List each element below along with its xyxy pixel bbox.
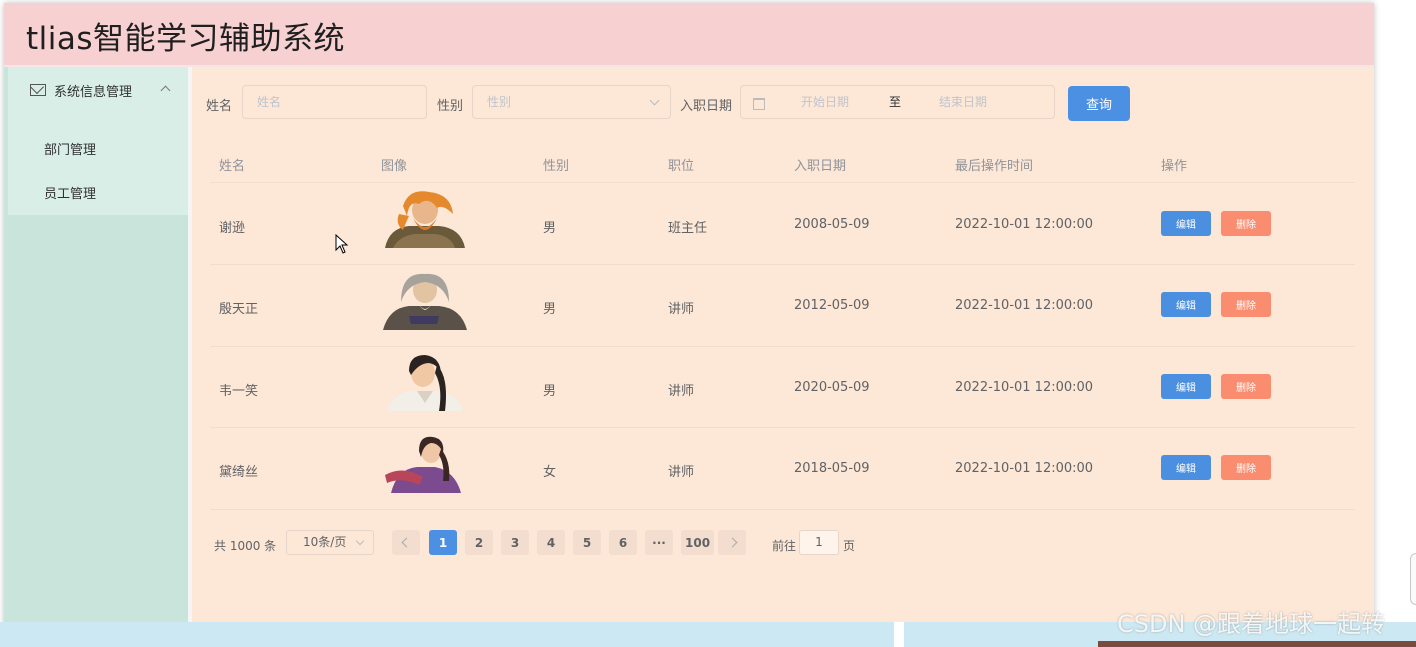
app-window: tlias智能学习辅助系统 系统信息管理 部门管理 员工管理 姓名 姓名 性别 … bbox=[4, 3, 1374, 633]
edit-button[interactable]: 编辑 bbox=[1161, 374, 1211, 399]
gender-select[interactable]: 性别 bbox=[472, 85, 671, 119]
row-divider bbox=[210, 182, 1355, 183]
page-button-2[interactable]: 2 bbox=[465, 530, 493, 555]
col-header-entry-date: 入职日期 bbox=[794, 159, 847, 174]
mail-icon bbox=[30, 84, 46, 96]
chevron-up-icon[interactable] bbox=[160, 85, 171, 96]
bottom-gap bbox=[894, 622, 904, 647]
avatar-grey-haired-elder bbox=[383, 273, 467, 330]
main-content: 姓名 姓名 性别 性别 入职日期 开始日期 至 结束日期 查询 姓名 图像 性别… bbox=[192, 67, 1374, 633]
edit-button[interactable]: 编辑 bbox=[1161, 455, 1211, 480]
pagination: 共 1000 条 10条/页 1 2 3 4 5 6 ··· 100 前往 1 … bbox=[192, 530, 1374, 560]
next-page-button[interactable] bbox=[718, 530, 746, 555]
chevron-down-icon bbox=[649, 95, 660, 106]
page-button-4[interactable]: 4 bbox=[537, 530, 565, 555]
cell-name: 谢逊 bbox=[219, 221, 246, 236]
avatar-young-swordsman bbox=[387, 355, 463, 411]
prev-page-button[interactable] bbox=[392, 530, 420, 555]
cell-name: 韦一笑 bbox=[219, 384, 259, 399]
cell-entry-date: 2018-05-09 bbox=[794, 461, 870, 476]
pagination-total: 共 1000 条 bbox=[214, 539, 277, 553]
delete-button[interactable]: 删除 bbox=[1221, 374, 1271, 399]
cell-update-time: 2022-10-01 12:00:00 bbox=[955, 217, 1094, 232]
row-divider bbox=[210, 346, 1355, 347]
cell-gender: 男 bbox=[543, 384, 557, 399]
col-header-position: 职位 bbox=[668, 159, 695, 174]
page-button-100[interactable]: 100 bbox=[681, 530, 715, 555]
goto-page-input[interactable]: 1 bbox=[799, 530, 839, 555]
page-button-5[interactable]: 5 bbox=[573, 530, 601, 555]
sidebar: 系统信息管理 部门管理 员工管理 bbox=[4, 67, 192, 633]
chevron-right-icon bbox=[727, 537, 737, 548]
name-input[interactable]: 姓名 bbox=[242, 85, 427, 119]
edit-button[interactable]: 编辑 bbox=[1161, 211, 1211, 236]
page-size-value: 10条/页 bbox=[303, 535, 347, 549]
name-filter-label: 姓名 bbox=[206, 99, 233, 114]
query-button[interactable]: 查询 bbox=[1068, 86, 1130, 121]
bottom-dark-strip bbox=[1098, 641, 1416, 647]
col-header-update-time: 最后操作时间 bbox=[955, 159, 1034, 174]
calendar-icon bbox=[753, 98, 765, 110]
submenu-system-info[interactable]: 系统信息管理 bbox=[30, 79, 132, 101]
cell-entry-date: 2008-05-09 bbox=[794, 217, 870, 232]
watermark: CSDN @跟着地球一起转 bbox=[1117, 610, 1386, 638]
cell-entry-date: 2020-05-09 bbox=[794, 380, 870, 395]
cell-position: 讲师 bbox=[668, 384, 695, 399]
cell-name: 黛绮丝 bbox=[219, 465, 259, 480]
sidebar-menu: 系统信息管理 部门管理 员工管理 bbox=[8, 67, 188, 215]
cell-gender: 男 bbox=[543, 221, 557, 236]
sidebar-item-dept[interactable]: 部门管理 bbox=[44, 139, 96, 158]
cell-position: 讲师 bbox=[668, 465, 695, 480]
start-date-input[interactable]: 开始日期 bbox=[801, 86, 849, 118]
gender-filter-label: 性别 bbox=[437, 99, 464, 114]
edge-widget[interactable] bbox=[1410, 553, 1416, 605]
goto-label: 前往 bbox=[772, 539, 797, 553]
chevron-left-icon bbox=[401, 537, 411, 548]
col-header-gender: 性别 bbox=[543, 159, 570, 174]
name-input-placeholder: 姓名 bbox=[257, 95, 282, 109]
date-range-picker[interactable]: 开始日期 至 结束日期 bbox=[740, 85, 1055, 119]
date-filter-label: 入职日期 bbox=[680, 99, 733, 114]
col-header-name: 姓名 bbox=[219, 159, 246, 174]
page-suffix: 页 bbox=[843, 539, 856, 553]
page-ellipsis-button[interactable]: ··· bbox=[645, 530, 673, 555]
cell-update-time: 2022-10-01 12:00:00 bbox=[955, 461, 1094, 476]
delete-button[interactable]: 删除 bbox=[1221, 292, 1271, 317]
chevron-down-icon bbox=[355, 536, 365, 546]
page-size-select[interactable]: 10条/页 bbox=[286, 530, 374, 555]
delete-button[interactable]: 删除 bbox=[1221, 211, 1271, 236]
edit-button[interactable]: 编辑 bbox=[1161, 292, 1211, 317]
page-button-6[interactable]: 6 bbox=[609, 530, 637, 555]
avatar-orange-haired-warrior bbox=[385, 191, 465, 248]
cell-name: 殷天正 bbox=[219, 302, 259, 317]
col-header-actions: 操作 bbox=[1161, 159, 1188, 174]
col-header-image: 图像 bbox=[381, 159, 408, 174]
sidebar-item-emp[interactable]: 员工管理 bbox=[44, 183, 96, 202]
row-divider bbox=[210, 264, 1355, 265]
range-separator: 至 bbox=[889, 95, 902, 109]
mouse-cursor-icon bbox=[335, 234, 349, 254]
row-divider bbox=[210, 427, 1355, 428]
app-header: tlias智能学习辅助系统 bbox=[4, 3, 1374, 67]
cell-gender: 女 bbox=[543, 465, 557, 480]
delete-button[interactable]: 删除 bbox=[1221, 455, 1271, 480]
cell-update-time: 2022-10-01 12:00:00 bbox=[955, 298, 1094, 313]
page-button-1[interactable]: 1 bbox=[429, 530, 457, 555]
cell-update-time: 2022-10-01 12:00:00 bbox=[955, 380, 1094, 395]
cell-position: 班主任 bbox=[668, 221, 708, 236]
cell-gender: 男 bbox=[543, 302, 557, 317]
app-title: tlias智能学习辅助系统 bbox=[26, 21, 346, 57]
cell-entry-date: 2012-05-09 bbox=[794, 298, 870, 313]
end-date-input[interactable]: 结束日期 bbox=[939, 86, 987, 118]
submenu-label: 系统信息管理 bbox=[54, 84, 133, 100]
cell-position: 讲师 bbox=[668, 302, 695, 317]
row-divider bbox=[210, 509, 1355, 510]
avatar-purple-robed-woman bbox=[385, 436, 461, 493]
gender-select-placeholder: 性别 bbox=[487, 95, 512, 109]
page-button-3[interactable]: 3 bbox=[501, 530, 529, 555]
